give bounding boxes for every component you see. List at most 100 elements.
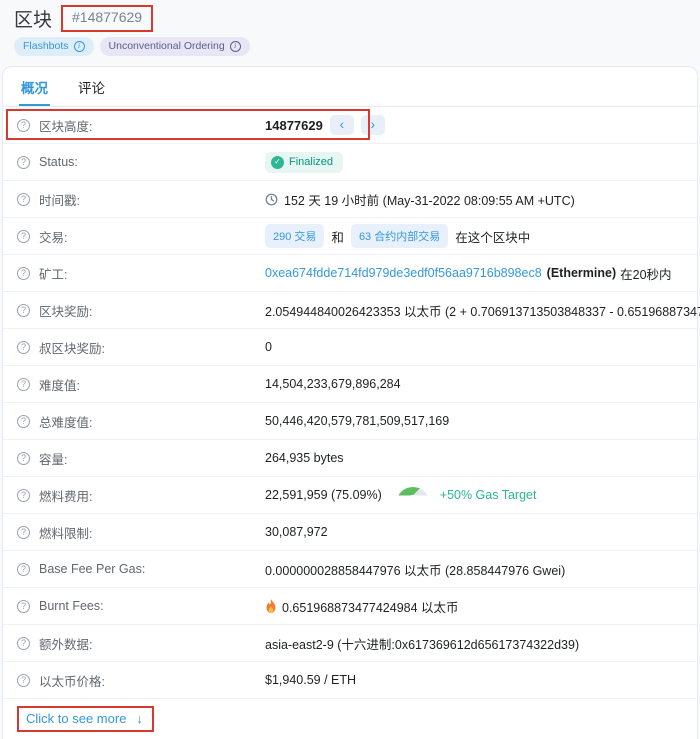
row-eth-price: ? 以太币价格: $1,940.59 / ETH: [3, 662, 697, 699]
info-icon[interactable]: i: [230, 41, 241, 52]
row-label-text: 额外数据:: [39, 634, 92, 653]
size-value: 264,935 bytes: [265, 451, 344, 465]
help-icon[interactable]: ?: [17, 674, 30, 687]
flashbots-badge-label: Flashbots: [23, 40, 69, 52]
block-details-card: 概况 评论 ? 区块高度: 14877629 ‹ › ? Status: ✓ F…: [2, 66, 698, 739]
row-difficulty: ? 难度值: 14,504,233,679,896,284: [3, 366, 697, 403]
row-miner: ? 矿工: 0xea674fdde714fd979de3edf0f56aa971…: [3, 255, 697, 292]
tab-overview[interactable]: 概况: [19, 67, 50, 106]
help-icon[interactable]: ?: [17, 193, 30, 206]
help-icon[interactable]: ?: [17, 304, 30, 317]
flame-icon: [265, 599, 277, 613]
row-label: ? Base Fee Per Gas:: [17, 562, 265, 576]
status-badge: ✓ Finalized: [265, 152, 343, 173]
page-header: 区块 #14877629 Flashbots i Unconventional …: [0, 0, 700, 56]
total-difficulty-value: 50,446,420,579,781,509,517,169: [265, 414, 449, 428]
row-label: ? Burnt Fees:: [17, 599, 265, 613]
tab-bar: 概况 评论: [3, 67, 697, 107]
row-value: 30,087,972: [265, 525, 328, 539]
row-value: $1,940.59 / ETH: [265, 673, 356, 687]
conjunction-text: 和: [331, 227, 344, 246]
gas-limit-value: 30,087,972: [265, 525, 328, 539]
row-value: asia-east2-9 (十六进制:0x617369612d656173743…: [265, 634, 579, 653]
row-gas-used: ? 燃料费用: 22,591,959 (75.09%) +50% Gas Tar…: [3, 477, 697, 514]
help-icon[interactable]: ?: [17, 526, 30, 539]
row-label-text: 难度值:: [39, 375, 80, 394]
tab-comments[interactable]: 评论: [76, 67, 107, 106]
row-status: ? Status: ✓ Finalized: [3, 144, 697, 181]
row-label-text: Status:: [39, 155, 78, 169]
gas-gauge-icon: [396, 487, 430, 504]
row-burnt-fees: ? Burnt Fees: 0.651968873477424984 以太币: [3, 588, 697, 625]
transactions-suffix-text: 在这个区块中: [455, 227, 530, 246]
row-total-difficulty: ? 总难度值: 50,446,420,579,781,509,517,169: [3, 403, 697, 440]
row-size: ? 容量: 264,935 bytes: [3, 440, 697, 477]
help-icon[interactable]: ?: [17, 156, 30, 169]
row-value: ✓ Finalized: [265, 152, 343, 173]
row-label: ? 难度值:: [17, 375, 265, 394]
extra-data-value: asia-east2-9 (十六进制:0x617369612d656173743…: [265, 634, 579, 653]
row-value: 14,504,233,679,896,284: [265, 377, 401, 391]
row-value: 152 天 19 小时前 (May-31-2022 08:09:55 AM +U…: [265, 190, 575, 209]
block-reward-value: 2.054944840026423353 以太币 (2 + 0.70691371…: [265, 301, 700, 320]
next-block-button[interactable]: ›: [361, 115, 385, 135]
help-icon[interactable]: ?: [17, 267, 30, 280]
internal-transactions-count-link[interactable]: 63 合约内部交易: [351, 224, 448, 248]
row-extra-data: ? 额外数据: asia-east2-9 (十六进制:0x617369612d6…: [3, 625, 697, 662]
card-footer: Click to see more ↓: [3, 699, 697, 739]
row-label: ? 以太币价格:: [17, 671, 265, 690]
row-label-text: 燃料限制:: [39, 523, 92, 542]
row-value: 0.651968873477424984 以太币: [265, 597, 459, 616]
block-number: #14877629: [72, 9, 142, 25]
row-label-text: 矿工:: [39, 264, 67, 283]
row-value: 264,935 bytes: [265, 451, 344, 465]
unconventional-ordering-badge[interactable]: Unconventional Ordering i: [100, 37, 250, 56]
row-label: ? 区块奖励:: [17, 301, 265, 320]
help-icon[interactable]: ?: [17, 452, 30, 465]
row-label: ? 燃料限制:: [17, 523, 265, 542]
help-icon[interactable]: ?: [17, 489, 30, 502]
row-label-text: 叔区块奖励:: [39, 338, 105, 357]
row-label: ? Status:: [17, 155, 265, 169]
row-value: 0.000000028858447976 以太币 (28.858447976 G…: [265, 560, 565, 579]
miner-address-link[interactable]: 0xea674fdde714fd979de3edf0f56aa9716b898e…: [265, 266, 542, 280]
miner-name: (Ethermine): [547, 266, 616, 280]
help-icon[interactable]: ?: [17, 119, 30, 132]
help-icon[interactable]: ?: [17, 378, 30, 391]
row-label-text: 区块奖励:: [39, 301, 92, 320]
info-icon[interactable]: i: [74, 41, 85, 52]
row-block-reward: ? 区块奖励: 2.054944840026423353 以太币 (2 + 0.…: [3, 292, 697, 329]
help-icon[interactable]: ?: [17, 637, 30, 650]
block-height-value: 14877629: [265, 118, 323, 133]
status-badge-label: Finalized: [289, 156, 333, 168]
row-gas-limit: ? 燃料限制: 30,087,972: [3, 514, 697, 551]
row-label-text: Base Fee Per Gas:: [39, 562, 145, 576]
row-block-height: ? 区块高度: 14877629 ‹ ›: [3, 107, 697, 144]
eth-price-value: $1,940.59 / ETH: [265, 673, 356, 687]
miner-time-note: 在20秒内: [620, 264, 671, 283]
previous-block-button[interactable]: ‹: [330, 115, 354, 135]
flashbots-badge[interactable]: Flashbots i: [14, 37, 94, 56]
unconventional-ordering-badge-label: Unconventional Ordering: [109, 40, 225, 52]
row-value: 290 交易 和 63 合约内部交易 在这个区块中: [265, 224, 537, 248]
help-icon[interactable]: ?: [17, 341, 30, 354]
row-timestamp: ? 时间戳: 152 天 19 小时前 (May-31-2022 08:09:5…: [3, 181, 697, 218]
check-icon: ✓: [271, 156, 284, 169]
help-icon[interactable]: ?: [17, 230, 30, 243]
row-label: ? 叔区块奖励:: [17, 338, 265, 357]
row-label: ? 交易:: [17, 227, 265, 246]
row-label: ? 燃料费用:: [17, 486, 265, 505]
help-icon[interactable]: ?: [17, 415, 30, 428]
uncle-reward-value: 0: [265, 340, 272, 354]
row-value: 0: [265, 340, 272, 354]
transactions-count-link[interactable]: 290 交易: [265, 224, 324, 248]
clock-icon: [265, 193, 278, 206]
row-value: 22,591,959 (75.09%) +50% Gas Target: [265, 487, 536, 504]
title-line: 区块 #14877629: [14, 5, 686, 32]
row-value: 0xea674fdde714fd979de3edf0f56aa9716b898e…: [265, 264, 672, 283]
row-label: ? 时间戳:: [17, 190, 265, 209]
arrow-down-icon[interactable]: ↓: [136, 711, 143, 726]
click-to-see-more-link[interactable]: Click to see more: [26, 711, 126, 726]
help-icon[interactable]: ?: [17, 600, 30, 613]
help-icon[interactable]: ?: [17, 563, 30, 576]
